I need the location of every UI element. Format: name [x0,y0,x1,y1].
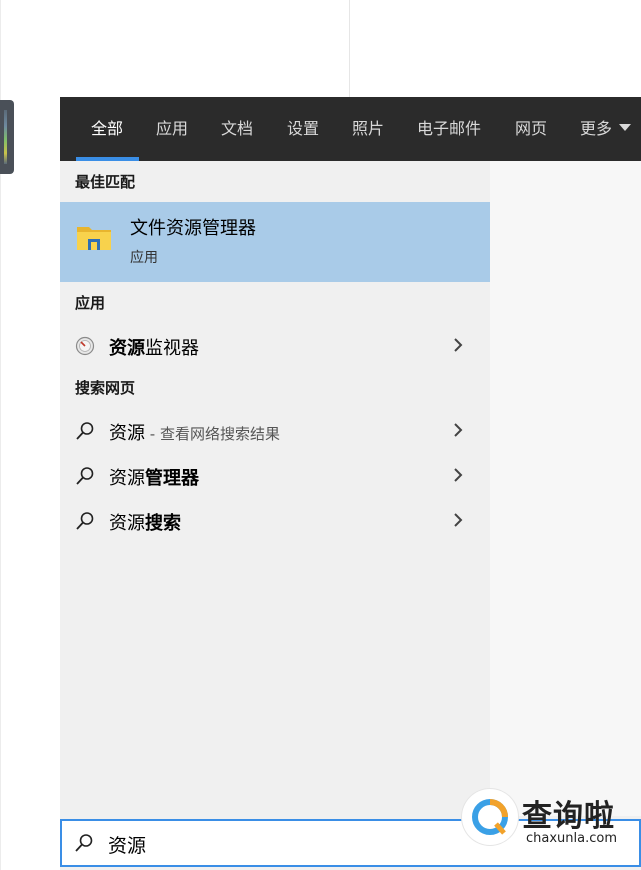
chevron-down-icon [619,124,632,131]
tab-more[interactable]: 更多 [580,97,632,161]
tab-more-label: 更多 [580,119,613,138]
watermark-url: chaxunla.com [526,831,617,846]
search-icon [76,467,94,485]
watermark-text: 查询啦 [522,799,615,834]
tab-email[interactable]: 电子邮件 [417,97,481,161]
tab-settings[interactable]: 设置 [287,97,319,161]
preview-pane [490,161,641,816]
results-list: 最佳匹配 文件资源管理器 应用 应用 资源监视器 搜索网页 资源 - 查看网络搜… [60,161,490,816]
resource-monitor-icon [75,336,95,356]
web-result-label: 资源管理器 [109,468,199,489]
level-meter [4,110,7,164]
tab-documents[interactable]: 文档 [221,97,253,161]
tab-web[interactable]: 网页 [515,97,547,161]
web-result-label: 资源搜索 [109,513,181,534]
search-icon [76,512,94,530]
side-widget[interactable] [0,100,14,174]
search-input[interactable] [108,829,488,859]
app-result-label: 资源监视器 [109,338,199,359]
watermark: 查询啦 chaxunla.com [462,785,641,855]
web-result-item[interactable]: 资源搜索 [60,500,490,540]
search-icon [76,422,94,440]
chevron-right-icon[interactable] [451,422,465,438]
best-match-subtitle: 应用 [130,250,158,266]
search-panel: 全部 应用 文档 设置 照片 电子邮件 网页 更多 最佳匹配 文件资源管理器 应… [60,97,641,870]
web-result-item[interactable]: 资源管理器 [60,455,490,495]
chevron-right-icon[interactable] [451,337,465,353]
section-apps: 应用 [75,294,106,312]
desktop-divider [349,0,350,97]
chevron-right-icon[interactable] [451,512,465,528]
best-match-item[interactable]: 文件资源管理器 应用 [60,202,490,282]
section-best-match: 最佳匹配 [75,173,136,191]
web-result-label: 资源 - 查看网络搜索结果 [109,423,280,444]
folder-icon [77,227,111,250]
section-web: 搜索网页 [75,379,136,397]
tab-photos[interactable]: 照片 [352,97,384,161]
tab-all[interactable]: 全部 [91,97,123,161]
best-match-title: 文件资源管理器 [130,218,256,239]
app-result-item[interactable]: 资源监视器 [60,325,490,365]
watermark-logo-icon [472,799,508,835]
search-icon [75,834,93,852]
tab-apps[interactable]: 应用 [156,97,188,161]
filter-tabs-bar: 全部 应用 文档 设置 照片 电子邮件 网页 更多 [60,97,641,161]
chevron-right-icon[interactable] [451,467,465,483]
web-result-item[interactable]: 资源 - 查看网络搜索结果 [60,410,490,450]
